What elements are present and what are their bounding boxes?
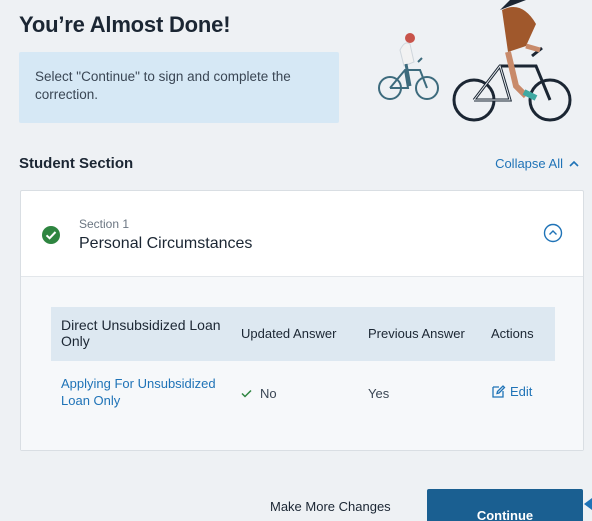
- cyclists-illustration: [378, 0, 572, 122]
- collapse-all-button[interactable]: Collapse All: [495, 156, 580, 171]
- header-area: You’re Almost Done! Select "Continue" to…: [0, 0, 592, 150]
- section-name: Personal Circumstances: [79, 235, 253, 252]
- table-header: Direct Unsubsidized Loan Only Updated An…: [51, 307, 555, 361]
- question-link[interactable]: Applying For Unsubsidized Loan Only: [61, 375, 231, 409]
- collapse-all-label: Collapse All: [495, 156, 563, 171]
- updated-answer: No: [241, 385, 277, 402]
- header-actions: Actions: [491, 326, 534, 341]
- page-title: You’re Almost Done!: [19, 12, 231, 37]
- section-card-header[interactable]: Section 1 Personal Circumstances: [21, 191, 583, 277]
- section-card-body: Direct Unsubsidized Loan Only Updated An…: [21, 277, 583, 450]
- updated-answer-value: No: [260, 386, 277, 401]
- section-card: Section 1 Personal Circumstances Direct …: [20, 190, 584, 451]
- student-section-header: Student Section Collapse All: [0, 150, 592, 180]
- chevron-up-icon: [569, 160, 579, 167]
- header-updated-answer: Updated Answer: [241, 326, 337, 341]
- edit-icon: [492, 385, 506, 398]
- header-question: Direct Unsubsidized Loan Only: [61, 317, 221, 349]
- check-circle-icon: [42, 226, 60, 244]
- student-section-title: Student Section: [19, 155, 134, 172]
- footer-actions: Make More Changes Continue: [0, 470, 592, 521]
- instruction-box: Select "Continue" to sign and complete t…: [19, 52, 339, 123]
- edit-label: Edit: [510, 384, 533, 399]
- edit-button[interactable]: Edit: [491, 383, 532, 400]
- header-previous-answer: Previous Answer: [368, 326, 465, 341]
- scroll-arrow-icon[interactable]: [584, 498, 592, 510]
- table-row: Applying For Unsubsidized Loan Only No Y…: [51, 361, 555, 429]
- collapse-section-icon[interactable]: [543, 223, 563, 243]
- make-more-changes-button[interactable]: Make More Changes: [270, 499, 391, 514]
- checkmark-icon: [241, 389, 252, 398]
- section-number: Section 1: [79, 217, 130, 231]
- continue-button[interactable]: Continue: [427, 489, 583, 521]
- previous-answer: Yes: [368, 386, 390, 401]
